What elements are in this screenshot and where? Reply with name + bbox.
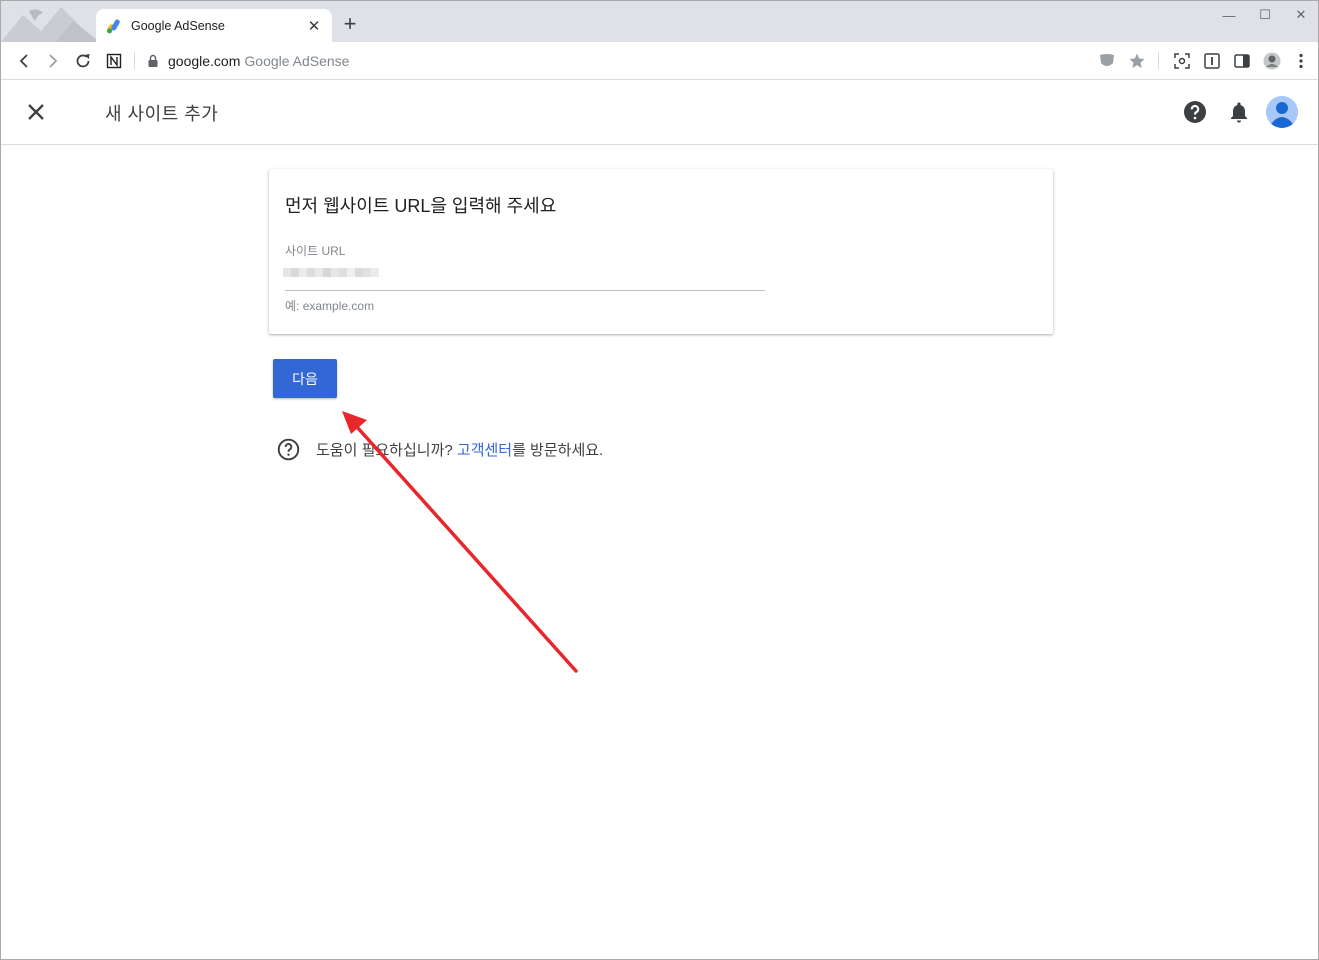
account-avatar-icon	[1266, 96, 1298, 128]
side-panel-icon[interactable]	[1232, 51, 1252, 71]
forward-icon[interactable]	[43, 51, 63, 71]
close-icon[interactable]	[25, 101, 47, 123]
reader-extension-icon[interactable]	[1202, 51, 1222, 71]
tab-close-icon[interactable]: ✕	[306, 17, 322, 35]
help-row: 도움이 필요하십니까? 고객센터를 방문하세요.	[277, 438, 603, 461]
bookmark-star-icon[interactable]	[1127, 51, 1147, 71]
help-icon[interactable]	[1183, 100, 1207, 124]
site-url-underline	[285, 290, 765, 291]
notion-extension-icon[interactable]	[104, 51, 124, 71]
new-tab-button[interactable]: +	[339, 13, 361, 35]
site-url-input[interactable]	[283, 266, 379, 278]
adsense-favicon-icon	[106, 18, 122, 34]
url-page-title: Google AdSense	[244, 53, 350, 69]
help-center-link[interactable]: 고객센터	[457, 442, 512, 459]
window-close-icon[interactable]: ✕	[1283, 5, 1319, 25]
site-url-hint: 예: example.com	[285, 299, 375, 313]
browser-titlebar: Google AdSense ✕ + — ☐ ✕	[1, 1, 1318, 42]
url-domain: google.com	[168, 53, 241, 69]
blurred-url-value	[283, 268, 379, 277]
help-suffix: 를 방문하세요.	[512, 442, 604, 459]
app-header: 새 사이트 추가	[1, 80, 1318, 145]
reload-icon[interactable]	[73, 51, 93, 71]
help-outline-icon	[277, 438, 300, 461]
toolbar-divider	[134, 52, 135, 70]
next-button[interactable]: 다음	[273, 359, 337, 398]
browser-tab-adsense[interactable]: Google AdSense ✕	[96, 9, 332, 42]
add-site-card: 먼저 웹사이트 URL을 입력해 주세요 사이트 URL 예: example.…	[269, 169, 1053, 334]
back-icon[interactable]	[14, 51, 34, 71]
toolbar-divider	[1158, 52, 1159, 70]
maximize-icon[interactable]: ☐	[1247, 5, 1283, 25]
card-heading: 먼저 웹사이트 URL을 입력해 주세요	[285, 196, 557, 216]
help-prefix: 도움이 필요하십니까?	[316, 442, 457, 459]
lock-icon[interactable]	[147, 54, 159, 68]
theme-decoration	[1, 1, 96, 42]
shield-extension-icon[interactable]	[1097, 51, 1117, 71]
account-avatar[interactable]	[1266, 96, 1298, 128]
browser-menu-icon[interactable]	[1291, 51, 1311, 71]
site-url-label: 사이트 URL	[285, 244, 346, 258]
window-controls: — ☐ ✕	[1211, 5, 1319, 25]
minimize-icon[interactable]: —	[1211, 5, 1247, 25]
screenshot-extension-icon[interactable]	[1172, 51, 1192, 71]
tab-title: Google AdSense	[131, 18, 225, 33]
page-title: 새 사이트 추가	[105, 104, 219, 124]
browser-toolbar: google.com Google AdSense	[1, 42, 1318, 80]
help-text: 도움이 필요하십니까? 고객센터를 방문하세요.	[316, 439, 603, 460]
notifications-bell-icon[interactable]	[1227, 100, 1251, 124]
profile-avatar-icon[interactable]	[1262, 51, 1282, 71]
address-bar[interactable]: google.com Google AdSense	[168, 53, 349, 69]
